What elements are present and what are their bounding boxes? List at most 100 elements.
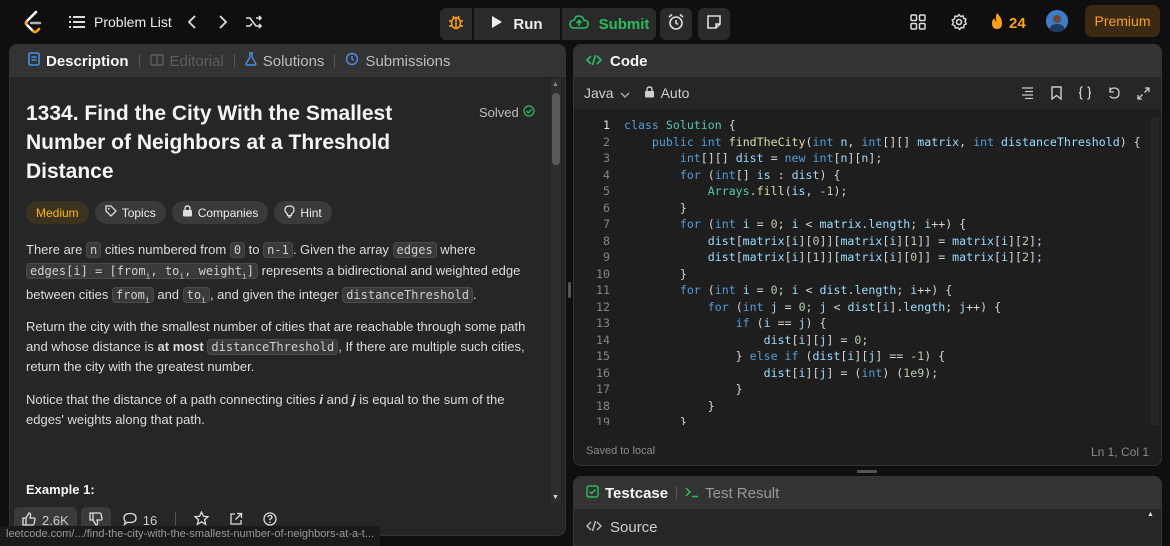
submit-button[interactable]: Submit — [562, 8, 656, 40]
code-line[interactable]: 2 public int findTheCity(int n, int[][] … — [574, 134, 1161, 151]
topics-tag[interactable]: Topics — [94, 201, 166, 224]
run-button[interactable]: Run — [474, 8, 560, 40]
code-line[interactable]: 4 for (int[] is : dist) { — [574, 167, 1161, 184]
code-editor[interactable]: 1 class Solution {2 public int findTheCit… — [574, 117, 1161, 425]
code-line[interactable]: 17 } — [574, 381, 1161, 398]
language-value: Java — [584, 85, 614, 101]
code-line[interactable]: 8 dist[matrix[i][0]][matrix[i][1]] = mat… — [574, 233, 1161, 250]
code-line[interactable]: 19 } — [574, 414, 1161, 425]
testcase-panel: Testcase Test Result Source ▲ — [573, 476, 1162, 546]
debug-button[interactable] — [440, 8, 472, 40]
next-problem-chevron-right-icon[interactable] — [213, 12, 233, 32]
tab-testcase[interactable]: Testcase — [586, 485, 668, 502]
layout-grid-icon[interactable] — [908, 12, 928, 32]
companies-tag[interactable]: Companies — [171, 201, 269, 224]
problem-list-link[interactable]: Problem List — [68, 12, 172, 32]
scroll-up-icon[interactable]: ▲ — [552, 81, 559, 88]
code-text: Arrays.fill(is, -1); — [707, 184, 848, 198]
notes-button[interactable] — [698, 8, 730, 40]
code-text: } — [624, 266, 687, 281]
cloud-upload-icon — [568, 14, 589, 35]
code-line[interactable]: 13 if (i == j) { — [574, 315, 1161, 332]
testcase-scroll-up-icon[interactable]: ▲ — [1147, 511, 1155, 541]
text: to — [186, 288, 202, 303]
scroll-thumb[interactable] — [552, 93, 560, 165]
code-line[interactable]: 15 } else if (dist[i][j] == -1) { — [574, 348, 1161, 365]
code-text: for (int i = 0; i < dist.length; i++) { — [679, 283, 953, 297]
tab-submissions-label: Submissions — [365, 52, 451, 70]
page-title[interactable]: 1334. Find the City With the Smallest Nu… — [26, 99, 426, 186]
tab-editorial-label: Editorial — [169, 52, 224, 70]
editor-actions — [1019, 85, 1151, 101]
text: edges[i] = [from — [30, 263, 146, 278]
flask-icon — [245, 52, 257, 70]
language-select[interactable]: Java — [584, 85, 630, 101]
code-title: Code — [610, 52, 648, 70]
expand-icon[interactable] — [1135, 85, 1151, 101]
tab-testcase-label: Testcase — [605, 484, 669, 502]
topics-label: Topics — [121, 205, 156, 220]
tab-submissions[interactable]: Submissions — [339, 52, 456, 70]
avatar[interactable] — [1046, 10, 1068, 32]
code-line[interactable]: 10 } — [574, 266, 1161, 283]
timer-button[interactable] — [660, 8, 692, 40]
curly-braces-icon[interactable] — [1077, 85, 1093, 101]
code-line[interactable]: 12 for (int j = 0; j < dist[i].length; j… — [574, 299, 1161, 316]
line-number: 11 — [596, 283, 610, 297]
description-content: 1334. Find the City With the Smallest Nu… — [26, 77, 551, 497]
format-align-icon[interactable] — [1019, 85, 1035, 101]
reset-undo-icon[interactable] — [1106, 85, 1122, 101]
source-toggle[interactable]: Source — [585, 519, 658, 536]
code-line[interactable]: 11 for (int i = 0; i < dist.length; i++)… — [574, 282, 1161, 299]
description-panel: Description Editorial Solutions Submissi… — [9, 44, 566, 536]
tab-test-result-label: Test Result — [705, 484, 780, 502]
code-line[interactable]: 3 int[][] dist = new int[n][n]; — [574, 150, 1161, 167]
description-scrollbar[interactable]: ▲ ▼ — [551, 79, 561, 503]
settings-gear-icon[interactable] — [949, 12, 969, 32]
scroll-down-icon[interactable]: ▼ — [552, 494, 559, 501]
chevron-down-icon — [620, 85, 630, 101]
premium-button[interactable]: Premium — [1085, 5, 1160, 37]
tab-solutions-label: Solutions — [262, 52, 325, 70]
code-text: dist[matrix[i][0]][matrix[i][1]] = matri… — [707, 233, 1043, 248]
tag-icon — [105, 205, 117, 220]
code-text: public int findTheCity(int n, int[][] ma… — [651, 134, 1141, 149]
code-scrollbar[interactable] — [1151, 117, 1159, 425]
prev-problem-chevron-left-icon[interactable] — [182, 12, 202, 32]
inline-code: edges[i] = [fromi, toi, weighti] — [26, 262, 259, 280]
text: cities numbered from — [101, 242, 230, 257]
inline-code: 0 — [229, 242, 246, 258]
problem-list-label: Problem List — [94, 14, 172, 30]
code-line[interactable]: 1 class Solution { — [574, 117, 1161, 134]
tab-solutions[interactable]: Solutions — [239, 52, 331, 70]
line-number: 13 — [596, 316, 610, 330]
code-text: dist[i][j] = (int) (1e9); — [763, 365, 939, 380]
code-line[interactable]: 14 dist[i][j] = 0; — [574, 332, 1161, 349]
hint-tag[interactable]: Hint — [274, 201, 332, 224]
panel-resize-handle[interactable] — [568, 282, 571, 298]
code-line[interactable]: 5 Arrays.fill(is, -1); — [574, 183, 1161, 200]
code-line[interactable]: 9 dist[matrix[i][1]][matrix[i][0]] = mat… — [574, 249, 1161, 266]
code-line[interactable]: 7 for (int i = 0; i < matrix.length; i++… — [574, 216, 1161, 233]
code-text: } — [624, 200, 687, 215]
code-line[interactable]: 6 } — [574, 200, 1161, 217]
code-line[interactable]: 16 dist[i][j] = (int) (1e9); — [574, 365, 1161, 382]
mode-auto-toggle[interactable]: Auto — [644, 85, 689, 101]
tab-description[interactable]: Description — [22, 52, 135, 70]
leetcode-logo-icon[interactable] — [22, 10, 44, 34]
tab-test-result[interactable]: Test Result — [685, 485, 779, 502]
line-number: 7 — [603, 217, 610, 231]
alarm-clock-icon — [667, 13, 685, 36]
line-number: 1 — [603, 118, 610, 132]
text: and — [153, 287, 183, 303]
tab-editorial[interactable]: Editorial — [144, 53, 230, 70]
text: and — [323, 392, 352, 407]
code-line[interactable]: 18 } — [574, 398, 1161, 415]
code-brackets-icon — [585, 519, 603, 536]
shuffle-icon[interactable] — [244, 12, 264, 32]
vertical-resize-handle[interactable] — [857, 470, 877, 473]
bookmark-icon[interactable] — [1048, 85, 1064, 101]
text: Notice that the distance of a path conne… — [26, 392, 320, 407]
code-text: for (int[] is : dist) { — [679, 167, 841, 182]
streak-counter[interactable]: 24 — [990, 12, 1026, 34]
